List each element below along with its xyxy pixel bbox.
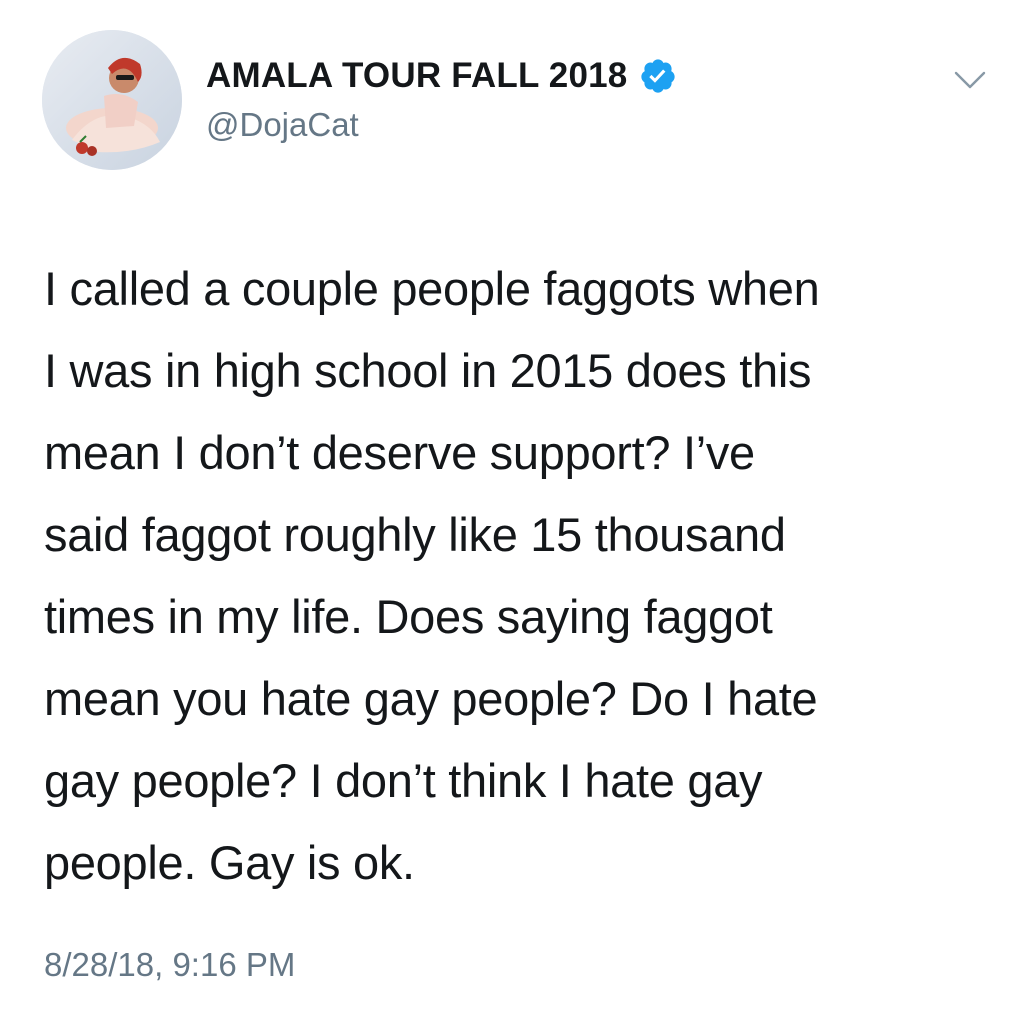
tweet-timestamp[interactable]: 8/28/18, 9:16 PM bbox=[44, 946, 295, 984]
avatar[interactable] bbox=[42, 30, 182, 170]
tweet-text-line: mean I don’t deserve support? I’ve bbox=[44, 426, 755, 479]
tweet-text-line: I called a couple people faggots when bbox=[44, 262, 820, 315]
tweet-text-line: people. Gay is ok. bbox=[44, 836, 415, 889]
tweet-text-line: times in my life. Does saying faggot bbox=[44, 590, 773, 643]
tweet-text-line: I was in high school in 2015 does this bbox=[44, 344, 812, 397]
verified-badge-icon bbox=[639, 57, 677, 95]
chevron-down-icon[interactable] bbox=[950, 66, 990, 94]
tweet-text-line: said faggot roughly like 15 thousand bbox=[44, 508, 786, 561]
tweet-text-line: mean you hate gay people? Do I hate bbox=[44, 672, 818, 725]
user-handle[interactable]: @DojaCat bbox=[206, 106, 359, 144]
tweet-card: AMALA TOUR FALL 2018 @DojaCat I called a… bbox=[0, 0, 1024, 1015]
tweet-text: I called a couple people faggots when I … bbox=[44, 248, 984, 904]
tweet-text-line: gay people? I don’t think I hate gay bbox=[44, 754, 763, 807]
header-name-row: AMALA TOUR FALL 2018 bbox=[206, 54, 677, 98]
avatar-image bbox=[42, 30, 182, 170]
display-name[interactable]: AMALA TOUR FALL 2018 bbox=[206, 56, 627, 96]
